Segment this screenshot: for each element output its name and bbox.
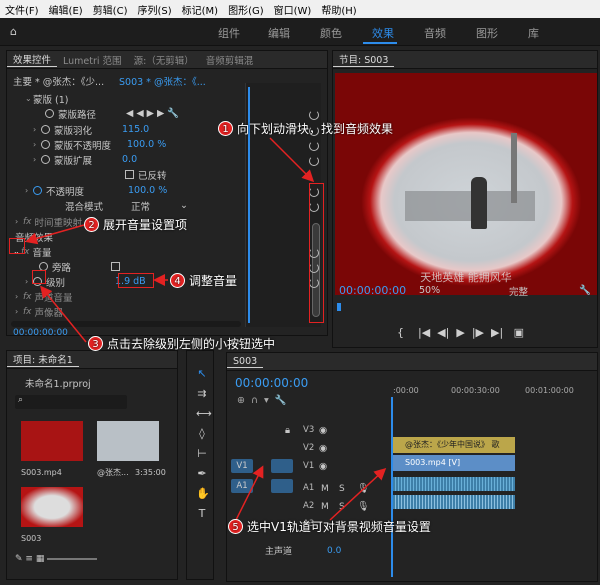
arrow-callout-3 [40, 285, 87, 343]
callout-4-text: 调整音量 [189, 274, 238, 288]
callout-3: 3 点击去除级别左侧的小按钮选中 [88, 335, 275, 352]
callout-5: 5 选中V1轨道可对背景视频音量设置 [228, 518, 431, 535]
arrow-callout-5a [235, 465, 264, 521]
arrow-callout-2 [25, 224, 85, 245]
annotation-arrows [25, 137, 387, 521]
arrow-callout-1 [269, 137, 315, 183]
callout-5-text: 选中V1轨道可对背景视频音量设置 [247, 520, 431, 534]
arrow-callout-5b [329, 467, 387, 521]
callout-1-text: 向下划动滑块，找到音频效果 [237, 122, 394, 136]
callout-2: 2 展开音量设置项 [84, 216, 187, 233]
callout-1: 1 向下划动滑块，找到音频效果 [218, 120, 393, 137]
callout-4: 4 调整音量 [170, 272, 237, 289]
callout-3-text: 点击去除级别左侧的小按钮选中 [107, 337, 276, 351]
callout-2-text: 展开音量设置项 [103, 218, 188, 232]
